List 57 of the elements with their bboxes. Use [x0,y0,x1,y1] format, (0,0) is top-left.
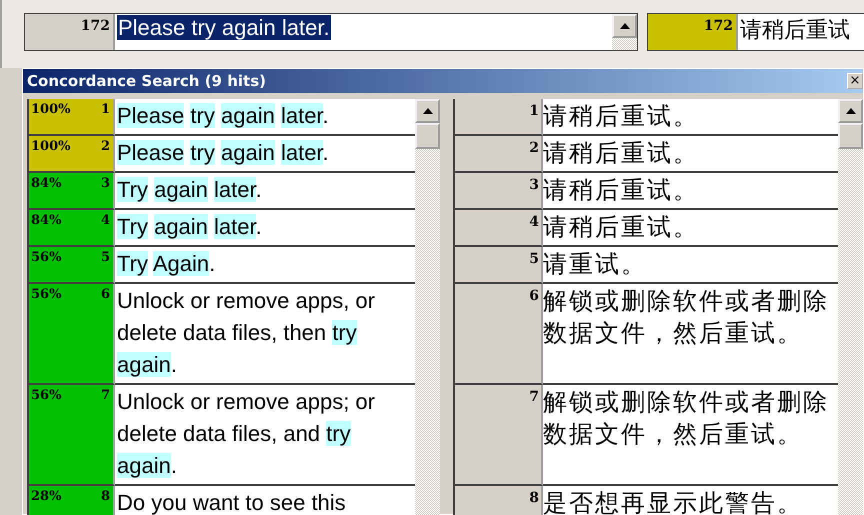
match-percent: 100% [31,102,70,119]
target-text[interactable]: 请稍后重试。 [543,210,838,247]
hit-number: 8 [100,489,110,506]
hit-number: 7 [100,388,110,405]
target-text[interactable]: 请重试。 [543,247,838,284]
hit-number: 6 [453,284,543,385]
scroll-thumb[interactable] [415,123,440,149]
hit-number: 4 [453,210,543,247]
scroll-up-icon [846,108,856,114]
hit-number: 5 [100,250,110,267]
match-percent: 100% [31,139,70,156]
source-text[interactable]: Try Again. [115,247,415,284]
hit-number: 3 [453,173,543,210]
scrollbar[interactable] [838,99,863,515]
scroll-up-icon [422,108,432,114]
scroll-thumb[interactable] [838,123,863,149]
scroll-up-button[interactable] [838,99,863,123]
source-text[interactable]: Please try again later. [115,136,415,173]
scroll-up-button[interactable] [612,14,637,38]
source-text[interactable]: Do you want to see this [115,486,415,515]
scrollbar[interactable] [415,99,440,515]
target-text[interactable]: 是否想再显示此警告。 [543,486,838,515]
source-text[interactable]: Try again later. [115,210,415,247]
match-percent: 28% [31,489,62,506]
match-percent: 56% [31,388,62,405]
source-text[interactable]: Please try again later. [117,15,331,40]
scroll-up-button[interactable] [415,99,440,123]
hit-number: 1 [100,102,110,119]
target-text[interactable]: 解锁或删除软件或者删除数据文件，然后重试。 [543,385,838,486]
source-text[interactable]: Please try again later. [115,99,415,136]
hit-number: 3 [100,176,110,193]
hit-number: 4 [100,213,110,230]
hit-number: 2 [453,136,543,173]
target-text[interactable]: 请稍后重试。 [543,136,838,173]
source-text[interactable]: Unlock or remove apps, or delete data files, then try again. [115,284,415,385]
source-text[interactable]: Try again later. [115,173,415,210]
target-text[interactable]: 请稍后重试。 [543,99,838,136]
match-percent: 56% [31,287,62,304]
hit-number: 5 [453,247,543,284]
target-text[interactable]: 请稍后重试。 [543,173,838,210]
segment-number: 172 [648,14,738,50]
match-percent: 56% [31,250,62,267]
hit-number: 8 [453,486,543,515]
match-percent: 84% [31,176,62,193]
dialog-title: Concordance Search (9 hits) [27,72,266,90]
hit-number: 6 [100,287,110,304]
target-text[interactable]: 解锁或删除软件或者删除数据文件，然后重试。 [543,284,838,385]
match-percent: 84% [31,213,62,230]
source-text[interactable]: Unlock or remove apps; or delete data files, and try again. [115,385,415,486]
segment-number: 172 [25,14,115,50]
scroll-up-icon [620,23,630,29]
hit-number: 2 [100,139,110,156]
scrollbar[interactable] [612,14,637,50]
close-button[interactable]: × [847,73,863,89]
target-text[interactable]: 请稍后重试 [738,14,864,50]
hit-number: 1 [453,99,543,136]
hit-number: 7 [453,385,543,486]
